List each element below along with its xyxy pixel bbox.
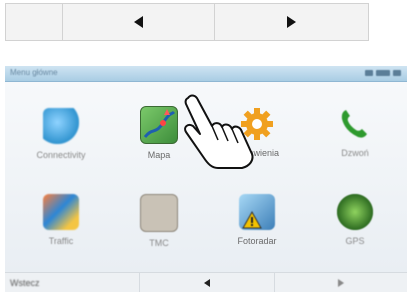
tile-label: Connectivity <box>36 150 86 160</box>
gps-icon <box>337 194 373 230</box>
gps-status-icon <box>393 70 401 76</box>
tile-connectivity[interactable]: Connectivity <box>11 108 111 160</box>
signal-icon <box>365 70 373 76</box>
status-bar-title: Menu główne <box>10 68 58 77</box>
previous-button[interactable] <box>63 4 215 40</box>
tile-speed-camera[interactable]: Fotoradar <box>207 194 307 246</box>
map-icon <box>140 106 178 144</box>
status-bar: Menu główne <box>5 66 407 82</box>
triangle-right-icon <box>287 16 296 28</box>
connect-icon <box>43 108 79 144</box>
page-prev-button[interactable] <box>140 273 275 292</box>
triangle-right-icon <box>338 279 344 287</box>
tile-label: TMC <box>149 238 169 248</box>
triangle-left-icon <box>134 16 143 28</box>
tile-label: Traffic <box>48 236 74 246</box>
top-navigation-bar <box>5 3 369 41</box>
tile-label: Fotoradar <box>237 236 277 246</box>
camera-warning-icon <box>239 194 275 230</box>
next-button[interactable] <box>215 4 368 40</box>
page-next-button[interactable] <box>275 273 407 292</box>
tile-phone[interactable]: Dzwoń <box>305 106 405 158</box>
back-label: Wstecz <box>10 278 40 288</box>
tmc-icon <box>140 194 178 232</box>
tile-tmc[interactable]: TMC <box>109 194 209 248</box>
triangle-left-icon <box>204 279 210 287</box>
top-nav-empty-segment <box>6 4 63 40</box>
battery-icon <box>376 70 390 76</box>
tile-traffic[interactable]: Traffic <box>11 194 111 246</box>
bottom-bar: Wstecz <box>5 272 407 292</box>
tile-label: Dzwoń <box>341 148 369 158</box>
traffic-icon <box>43 194 79 230</box>
tile-gps[interactable]: GPS <box>305 194 405 246</box>
tile-label: GPS <box>345 236 365 246</box>
status-icons <box>365 70 401 76</box>
back-button[interactable]: Wstecz <box>5 273 140 292</box>
hand-pointer-cursor-icon <box>184 94 254 169</box>
phone-icon <box>337 106 373 142</box>
